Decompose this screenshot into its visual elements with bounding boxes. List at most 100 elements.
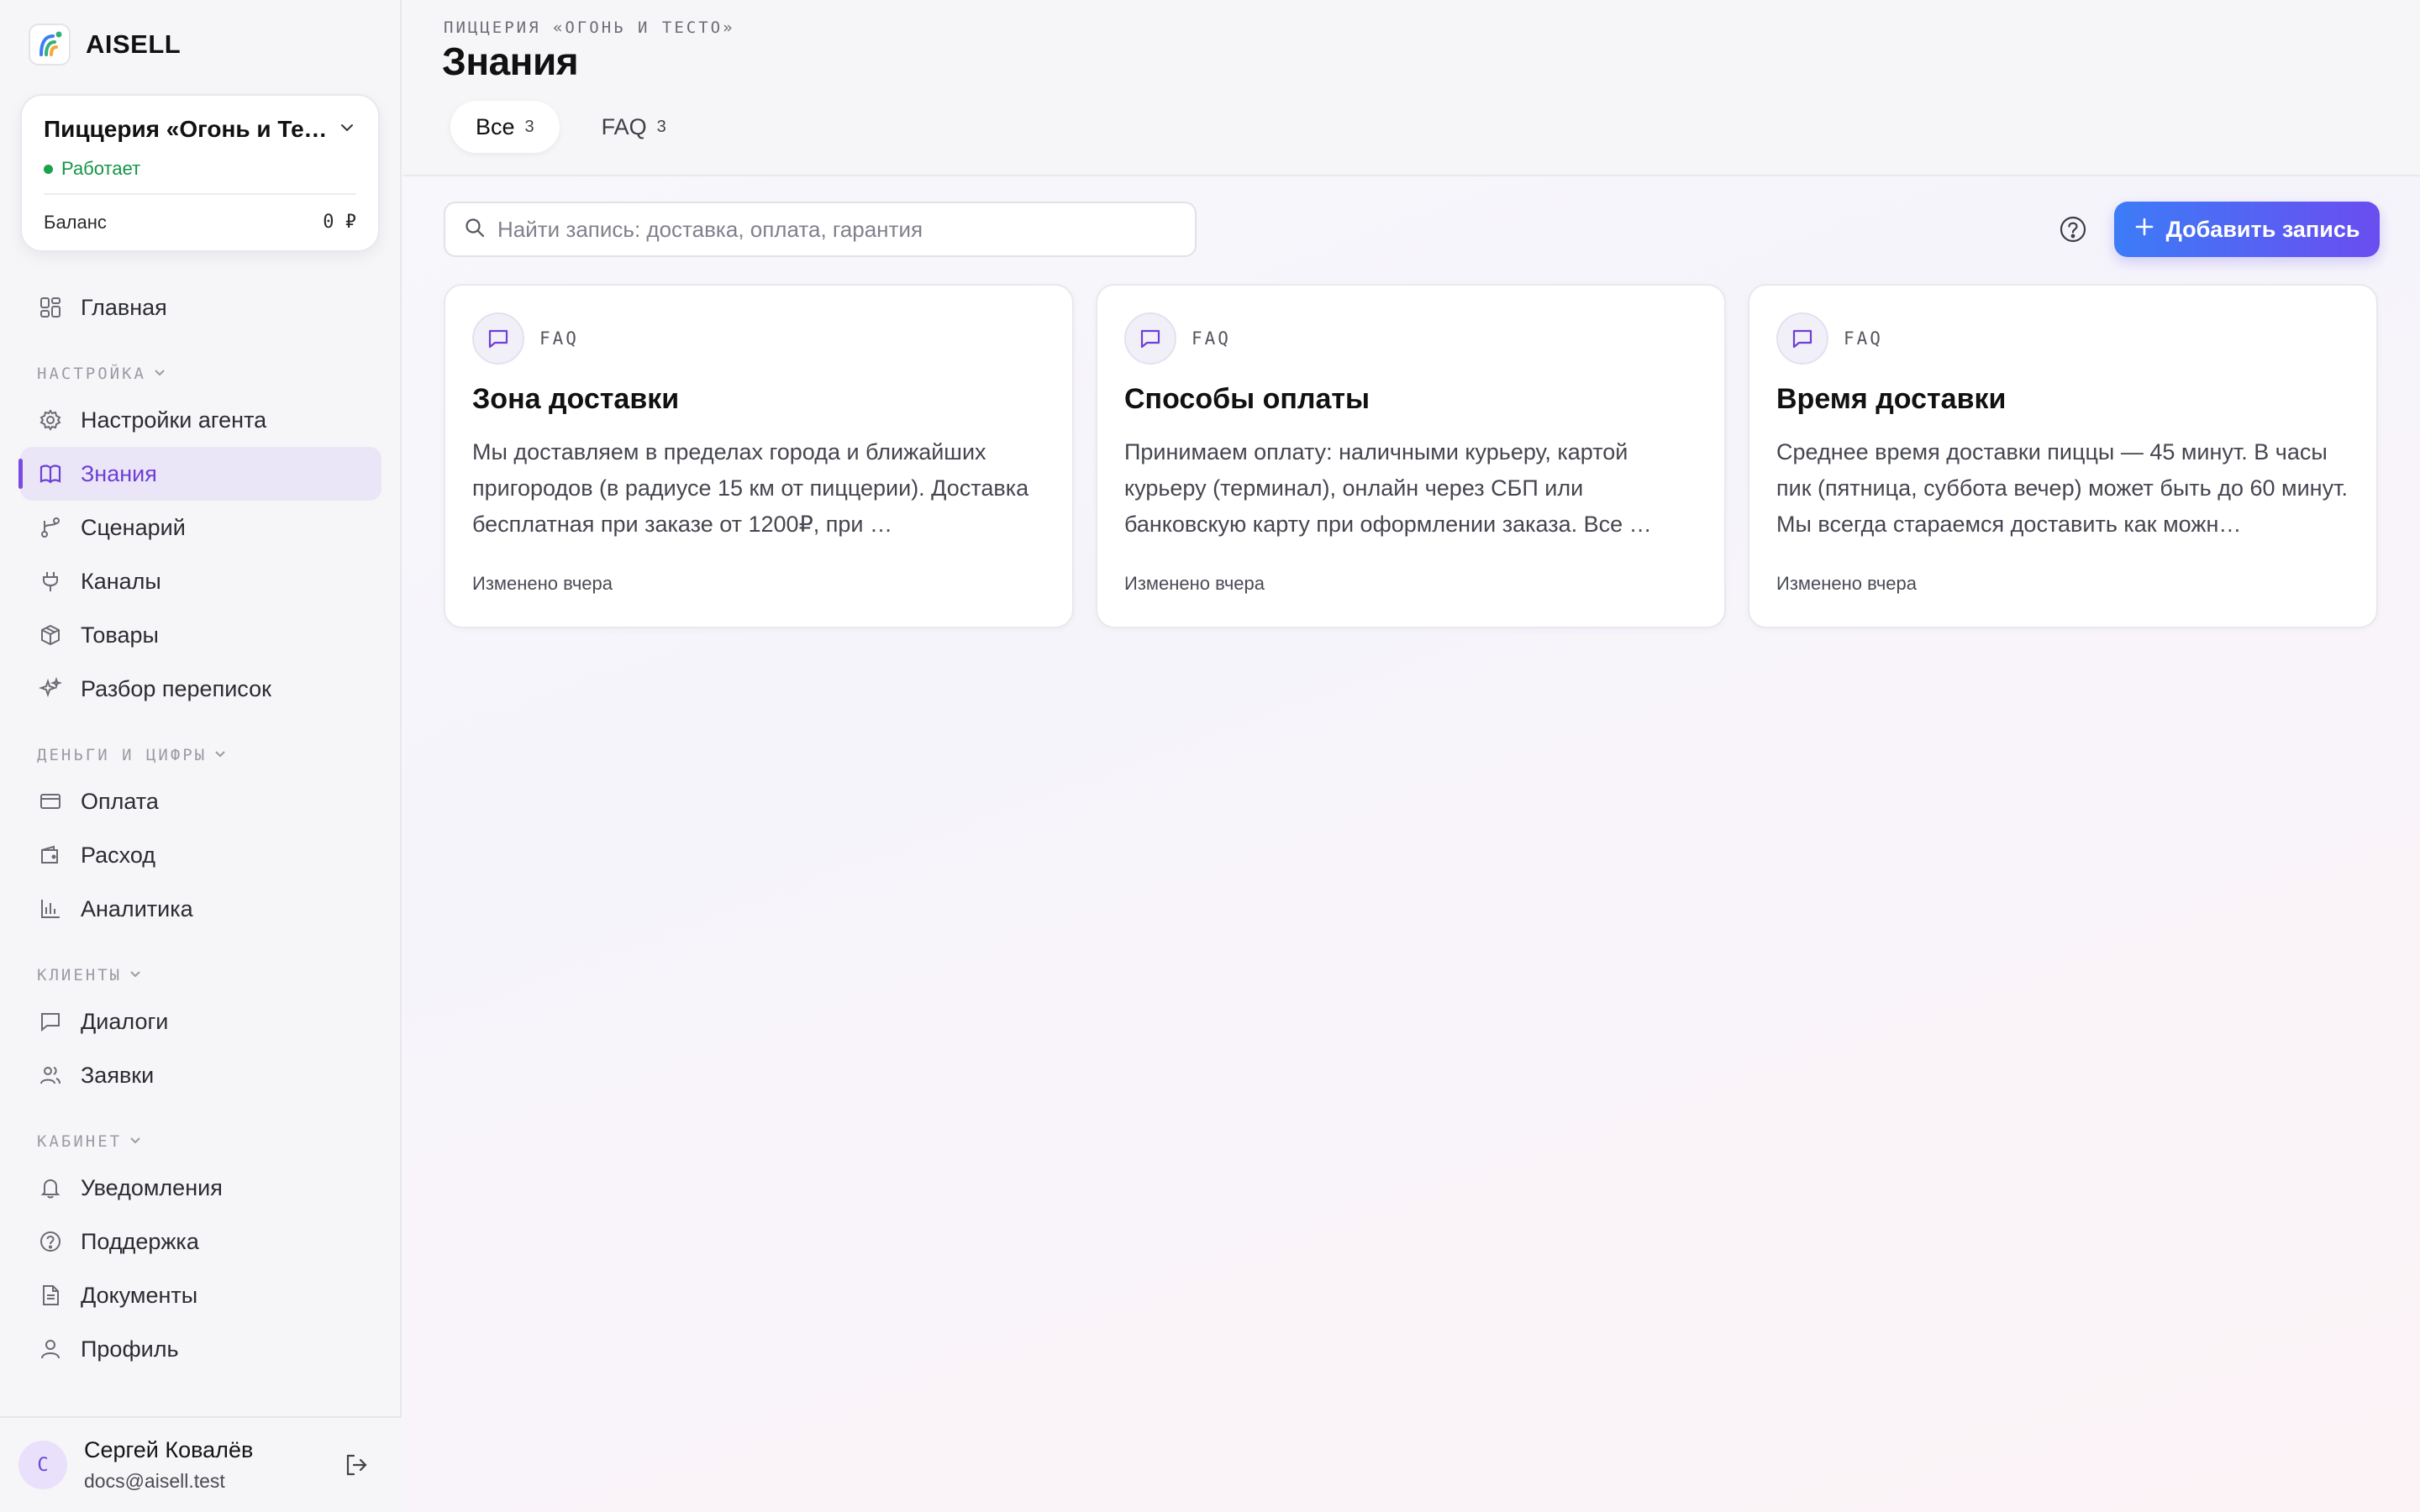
book-icon (37, 460, 64, 487)
tab-label: FAQ (601, 113, 647, 139)
card-tag-label: FAQ (539, 328, 579, 349)
gear-icon (37, 407, 64, 433)
sidebar-item-label: Настройки агента (81, 407, 267, 433)
sidebar-item-notifications[interactable]: Уведомления (20, 1161, 381, 1215)
help-icon[interactable] (2059, 215, 2087, 244)
user-icon (37, 1336, 64, 1362)
section-money[interactable]: ДЕНЬГИ И ЦИФРЫ (20, 716, 381, 774)
page-title: Знания (442, 39, 579, 83)
chevron-down-icon[interactable] (338, 118, 356, 141)
sidebar-item-payment[interactable]: Оплата (20, 774, 381, 828)
balance-value: 0 ₽ (323, 212, 356, 233)
knowledge-card[interactable]: FAQ Зона доставки Мы доставляем в предел… (444, 284, 1074, 628)
document-icon (37, 1282, 64, 1309)
wallet-icon (37, 842, 64, 869)
search-box[interactable] (444, 202, 1197, 257)
sidebar-item-profile[interactable]: Профиль (20, 1322, 381, 1376)
sidebar: AISELL Пиццерия «Огонь и Тест… Работает … (0, 0, 402, 1512)
section-cabinet[interactable]: КАБИНЕТ (20, 1102, 381, 1161)
balance-row: Баланс 0 ₽ (44, 212, 356, 234)
user-bar: С Сергей Ковалёв docs@aisell.test (0, 1416, 402, 1512)
sidebar-item-label: Заявки (81, 1062, 155, 1088)
card-modified: Изменено вчера (1124, 573, 1265, 594)
page-header: ПИЦЦЕРИЯ «ОГОНЬ И ТЕСТО» Знания Все 3 FA… (403, 0, 2420, 176)
chevron-down-icon (129, 966, 142, 984)
brand[interactable]: AISELL (29, 24, 181, 66)
tab-faq[interactable]: FAQ 3 (576, 101, 692, 153)
workspace-name: Пиццерия «Огонь и Тест… (44, 116, 329, 142)
bell-icon (37, 1174, 64, 1201)
card-modified: Изменено вчера (1776, 573, 1918, 594)
sparkles-icon (37, 675, 64, 702)
card-body: Мы доставляем в пределах города и ближай… (472, 439, 1029, 537)
sidebar-item-dialogs[interactable]: Диалоги (20, 995, 381, 1048)
user-email: docs@aisell.test (84, 1470, 225, 1492)
sidebar-item-chat-review[interactable]: Разбор переписок (20, 662, 381, 716)
search-icon (464, 217, 486, 243)
card-title: Способы оплаты (1124, 383, 1370, 415)
plus-icon (2134, 217, 2154, 243)
sidebar-item-channels[interactable]: Каналы (20, 554, 381, 608)
box-icon (37, 622, 64, 648)
tab-count: 3 (656, 117, 666, 136)
workspace-switcher[interactable]: Пиццерия «Огонь и Тест… Работает Баланс … (20, 94, 380, 252)
sidebar-item-label: Оплата (81, 788, 159, 814)
sidebar-item-scenario[interactable]: Сценарий (20, 501, 381, 554)
sidebar-item-label: Расход (81, 842, 156, 868)
breadcrumb: ПИЦЦЕРИЯ «ОГОНЬ И ТЕСТО» (444, 18, 735, 37)
user-info: Сергей Ковалёв docs@aisell.test (84, 1437, 253, 1493)
tabs: Все 3 FAQ 3 (450, 101, 692, 153)
card-modified: Изменено вчера (472, 573, 613, 594)
section-clients[interactable]: КЛИЕНТЫ (20, 936, 381, 995)
card-tag-label: FAQ (1192, 328, 1231, 349)
sidebar-item-knowledge[interactable]: Знания (18, 447, 381, 501)
sidebar-item-support[interactable]: Поддержка (20, 1215, 381, 1268)
grid-icon (37, 294, 64, 321)
sidebar-item-label: Знания (81, 460, 157, 486)
chevron-down-icon (153, 365, 166, 383)
workspace-status: Работает (44, 158, 356, 180)
card-tag: FAQ (1124, 312, 1697, 365)
tab-count: 3 (524, 117, 534, 136)
card-tag: FAQ (472, 312, 1045, 365)
sidebar-item-label: Диалоги (81, 1008, 169, 1034)
sidebar-item-label: Товары (81, 622, 159, 648)
card-body: Принимаем оплату: наличными курьеру, кар… (1124, 439, 1652, 537)
logout-icon[interactable] (343, 1452, 370, 1483)
avatar[interactable]: С (18, 1441, 67, 1489)
sidebar-item-home[interactable]: Главная (20, 281, 381, 334)
aisell-logo-icon (29, 24, 71, 66)
section-label: КЛИЕНТЫ (37, 966, 123, 984)
section-settings[interactable]: НАСТРОЙКА (20, 334, 381, 393)
section-label: НАСТРОЙКА (37, 365, 146, 383)
tab-all[interactable]: Все 3 (450, 101, 560, 153)
sidebar-item-label: Уведомления (81, 1174, 223, 1200)
sidebar-item-agent-settings[interactable]: Настройки агента (20, 393, 381, 447)
branch-icon (37, 514, 64, 541)
card-body: Среднее время доставки пиццы — 45 минут.… (1776, 439, 2348, 537)
message-square-icon (1124, 312, 1176, 365)
card-tag-label: FAQ (1844, 328, 1883, 349)
sidebar-item-documents[interactable]: Документы (20, 1268, 381, 1322)
brand-name: AISELL (86, 29, 182, 59)
sidebar-item-expense[interactable]: Расход (20, 828, 381, 882)
status-label: Работает (61, 158, 141, 179)
status-dot-icon (44, 164, 53, 174)
knowledge-card[interactable]: FAQ Время доставки Среднее время доставк… (1748, 284, 2378, 628)
section-label: КАБИНЕТ (37, 1132, 123, 1151)
add-record-button[interactable]: Добавить запись (2114, 202, 2380, 257)
main-content: ПИЦЦЕРИЯ «ОГОНЬ И ТЕСТО» Знания Все 3 FA… (403, 0, 2420, 1512)
add-record-label: Добавить запись (2165, 216, 2360, 242)
search-input[interactable] (497, 216, 1170, 243)
sidebar-item-products[interactable]: Товары (20, 608, 381, 662)
sidebar-item-requests[interactable]: Заявки (20, 1048, 381, 1102)
sidebar-item-label: Каналы (81, 568, 161, 594)
tab-label: Все (476, 113, 515, 139)
sidebar-item-label: Сценарий (81, 514, 186, 540)
chevron-down-icon (129, 1132, 142, 1151)
knowledge-card[interactable]: FAQ Способы оплаты Принимаем оплату: нал… (1096, 284, 1726, 628)
sidebar-item-analytics[interactable]: Аналитика (20, 882, 381, 936)
bar-chart-icon (37, 895, 64, 922)
sidebar-item-label: Профиль (81, 1336, 179, 1362)
help-circle-icon (37, 1228, 64, 1255)
